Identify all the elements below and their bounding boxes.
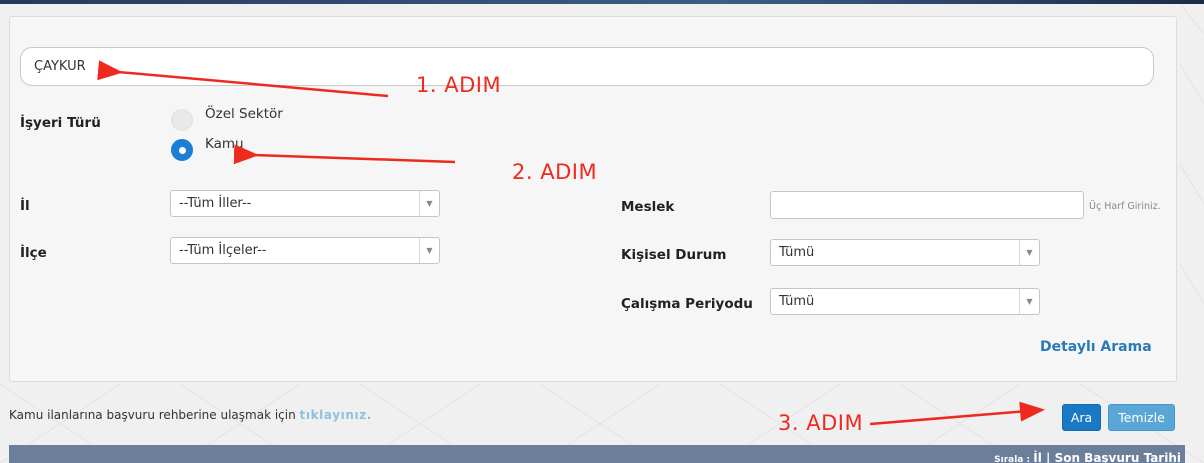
annotation-step1: 1. ADIM bbox=[416, 73, 502, 97]
arrow-step3 bbox=[869, 401, 1045, 426]
arrow-step2 bbox=[233, 144, 456, 165]
annotation-step2: 2. ADIM bbox=[512, 160, 598, 184]
annotation-arrows bbox=[97, 60, 1045, 426]
arrow-step1 bbox=[97, 60, 389, 98]
annotation-step3: 3. ADIM bbox=[778, 411, 864, 435]
